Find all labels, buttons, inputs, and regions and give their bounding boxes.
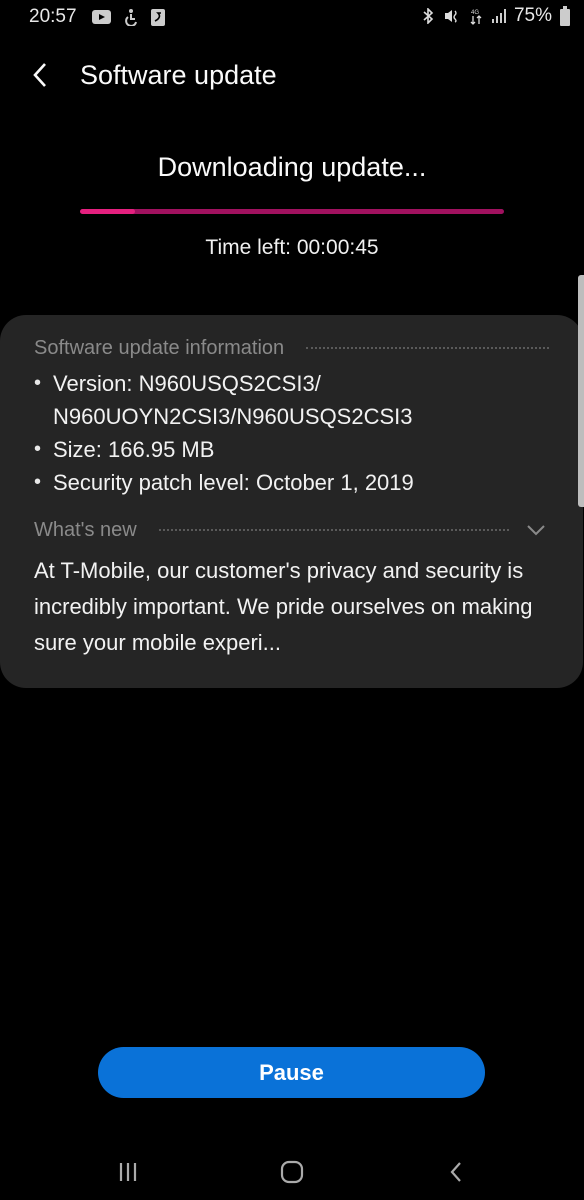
back-nav-button[interactable] <box>434 1150 478 1194</box>
status-bar: 20:57 4G 75% <box>0 0 584 36</box>
data-transfer-icon: 4G <box>468 7 484 25</box>
whats-new-text: At T-Mobile, our customer's privacy and … <box>34 558 533 655</box>
time-left: Time left: 00:00:45 <box>205 236 379 259</box>
chevron-down-icon[interactable] <box>523 517 549 543</box>
recent-apps-button[interactable] <box>106 1150 150 1194</box>
app-bar: Software update <box>0 52 584 100</box>
navigation-bar <box>0 1140 584 1200</box>
vibrate-mute-icon <box>444 7 460 25</box>
app-notification-icon <box>151 8 165 26</box>
download-progress-bar <box>80 209 504 214</box>
whats-new-header[interactable]: What's new <box>34 517 549 543</box>
download-status: Downloading update... <box>157 152 427 182</box>
battery-icon <box>560 5 570 26</box>
dotted-divider <box>158 529 509 531</box>
dotted-divider <box>306 347 549 349</box>
info-item-security-patch: • Security patch level: October 1, 2019 <box>34 466 549 499</box>
youtube-icon <box>92 10 111 24</box>
signal-icon <box>491 9 506 23</box>
status-time: 20:57 <box>29 6 77 27</box>
whats-new-title: What's new <box>34 518 137 541</box>
bullet-icon: • <box>34 471 42 493</box>
bullet-icon: • <box>34 372 42 394</box>
info-item-version: • Version: N960USQS2CSI3/ N960UOYN2CSI3/… <box>34 367 549 433</box>
info-item-text: Size: 166.95 MB <box>53 437 215 462</box>
back-button[interactable] <box>26 60 54 90</box>
info-item-size: • Size: 166.95 MB <box>34 433 549 466</box>
pause-button[interactable]: Pause <box>98 1047 485 1098</box>
home-icon <box>280 1160 304 1184</box>
chevron-left-icon <box>33 63 46 87</box>
notification-icons <box>92 8 165 26</box>
svg-text:4G: 4G <box>471 10 479 16</box>
scrollbar[interactable] <box>578 275 584 507</box>
back-icon <box>450 1162 461 1182</box>
home-button[interactable] <box>270 1150 314 1194</box>
update-info-card: Software update information • Version: N… <box>0 315 583 688</box>
bluetooth-icon <box>420 7 436 25</box>
page-title: Software update <box>80 60 277 90</box>
info-item-text: Version: N960USQS2CSI3/ N960UOYN2CSI3/N9… <box>53 371 413 429</box>
system-icons: 4G 75% <box>420 5 570 27</box>
info-section-header: Software update information <box>34 335 549 361</box>
info-list: • Version: N960USQS2CSI3/ N960UOYN2CSI3/… <box>34 367 549 499</box>
download-progress-fill <box>80 209 136 214</box>
info-section-title: Software update information <box>34 336 285 359</box>
battery-percent: 75% <box>513 5 552 26</box>
recent-apps-icon <box>119 1163 137 1181</box>
accessibility-icon <box>121 8 141 26</box>
bullet-icon: • <box>34 438 42 460</box>
info-item-text: Security patch level: October 1, 2019 <box>53 470 414 495</box>
